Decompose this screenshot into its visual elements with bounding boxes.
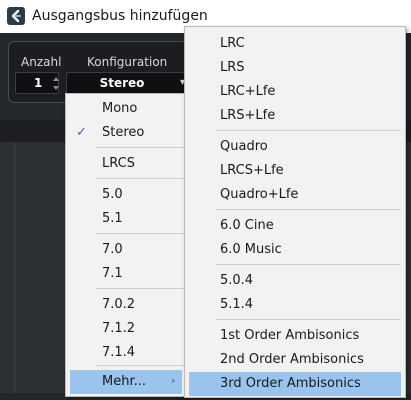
- submenu-item-label: LRC: [220, 36, 245, 51]
- submenu-item-label: LRS+Lfe: [220, 108, 276, 123]
- menu-item-label: LRCS: [102, 156, 135, 171]
- menu-item-label: 5.0: [102, 187, 123, 202]
- menu-item-label: 7.1: [102, 266, 123, 281]
- menu-item-5-1[interactable]: 5.1: [66, 207, 186, 231]
- menu-item-label: 7.1.2: [102, 321, 136, 336]
- menu-item-7-0-2[interactable]: 7.0.2: [66, 293, 186, 317]
- count-stepper[interactable]: 1: [15, 72, 59, 94]
- submenu-item-6-0-music[interactable]: 6.0 Music: [185, 238, 405, 262]
- spin-down-icon[interactable]: [53, 85, 59, 91]
- configuration-dropdown[interactable]: Stereo ▾: [66, 72, 192, 94]
- menu-separator: [96, 288, 184, 289]
- menu-item-lrcs[interactable]: LRCS: [66, 152, 186, 176]
- menu-item-label: 7.0.2: [102, 297, 136, 312]
- config-header: Konfiguration: [87, 55, 168, 69]
- menu-item-mehr[interactable]: Mehr... ›: [70, 370, 182, 394]
- submenu-item-label: LRS: [220, 60, 245, 75]
- count-header: Anzahl: [21, 55, 62, 69]
- menu-item-label: 7.0: [102, 242, 123, 257]
- menu-separator: [215, 319, 401, 320]
- submenu-item-5-1-4[interactable]: 5.1.4: [185, 293, 405, 317]
- menu-separator: [215, 264, 401, 265]
- menu-item-label: 7.1.4: [102, 345, 136, 360]
- submenu-item-label: 3rd Order Ambisonics: [220, 376, 361, 391]
- submenu-item-lrs-lfe[interactable]: LRS+Lfe: [185, 104, 405, 128]
- menu-item-mono[interactable]: Mono: [66, 97, 186, 121]
- column-divider: [14, 142, 15, 393]
- submenu-item-label: 5.1.4: [220, 297, 254, 312]
- chevron-right-icon: ›: [171, 374, 176, 387]
- menu-item-5-0[interactable]: 5.0: [66, 183, 186, 207]
- checkmark-icon: ✓: [76, 125, 87, 140]
- submenu-item-label: 2nd Order Ambisonics: [220, 352, 364, 367]
- configuration-value: Stereo: [99, 76, 145, 90]
- menu-item-label: Stereo: [102, 125, 145, 140]
- submenu-item-label: 6.0 Music: [220, 242, 282, 257]
- menu-separator: [215, 209, 401, 210]
- window-title: Ausgangsbus hinzufügen: [32, 8, 208, 24]
- submenu-item-label: LRCS+Lfe: [220, 163, 284, 178]
- configuration-menu: Mono ✓ Stereo LRCS 5.0 5.1 7.0 7.1 7.0.2 7.1.2 7.1…: [65, 93, 187, 397]
- cubase-logo-icon: [7, 7, 25, 25]
- submenu-item-5-0-4[interactable]: 5.0.4: [185, 269, 405, 293]
- submenu-item-6-0-cine[interactable]: 6.0 Cine: [185, 214, 405, 238]
- menu-item-7-0[interactable]: 7.0: [66, 238, 186, 262]
- submenu-item-label: 5.0.4: [220, 273, 254, 288]
- submenu-item-3rd-order-ambisonics[interactable]: 3rd Order Ambisonics: [189, 372, 401, 396]
- submenu-item-2nd-order-ambisonics[interactable]: 2nd Order Ambisonics: [185, 348, 405, 372]
- count-value: 1: [34, 76, 43, 90]
- menu-separator: [96, 178, 184, 179]
- submenu-item-label: LRC+Lfe: [220, 84, 276, 99]
- menu-separator: [96, 365, 184, 366]
- spin-up-icon[interactable]: [53, 76, 59, 82]
- menu-item-label: Mehr...: [102, 374, 147, 389]
- more-submenu: LRC LRS LRC+Lfe LRS+Lfe Quadro LRCS+Lfe Quadro…: [184, 26, 406, 398]
- menu-item-stereo[interactable]: ✓ Stereo: [66, 121, 186, 145]
- menu-item-7-1-4[interactable]: 7.1.4: [66, 341, 186, 365]
- submenu-item-label: Quadro: [220, 139, 268, 154]
- menu-separator: [96, 233, 184, 234]
- menu-item-7-1[interactable]: 7.1: [66, 262, 186, 286]
- menu-separator: [215, 130, 401, 131]
- submenu-item-1st-order-ambisonics[interactable]: 1st Order Ambisonics: [185, 324, 405, 348]
- submenu-item-label: 6.0 Cine: [220, 218, 274, 233]
- submenu-item-lrs[interactable]: LRS: [185, 56, 405, 80]
- submenu-item-lrc[interactable]: LRC: [185, 32, 405, 56]
- submenu-item-lrcs-lfe[interactable]: LRCS+Lfe: [185, 159, 405, 183]
- menu-item-label: 5.1: [102, 211, 123, 226]
- submenu-item-quadro-lfe[interactable]: Quadro+Lfe: [185, 183, 405, 207]
- menu-item-7-1-2[interactable]: 7.1.2: [66, 317, 186, 341]
- submenu-item-lrc-lfe[interactable]: LRC+Lfe: [185, 80, 405, 104]
- submenu-item-quadro[interactable]: Quadro: [185, 135, 405, 159]
- submenu-item-label: Quadro+Lfe: [220, 187, 299, 202]
- menu-item-label: Mono: [102, 101, 138, 116]
- menu-separator: [96, 147, 184, 148]
- submenu-item-label: 1st Order Ambisonics: [220, 328, 360, 343]
